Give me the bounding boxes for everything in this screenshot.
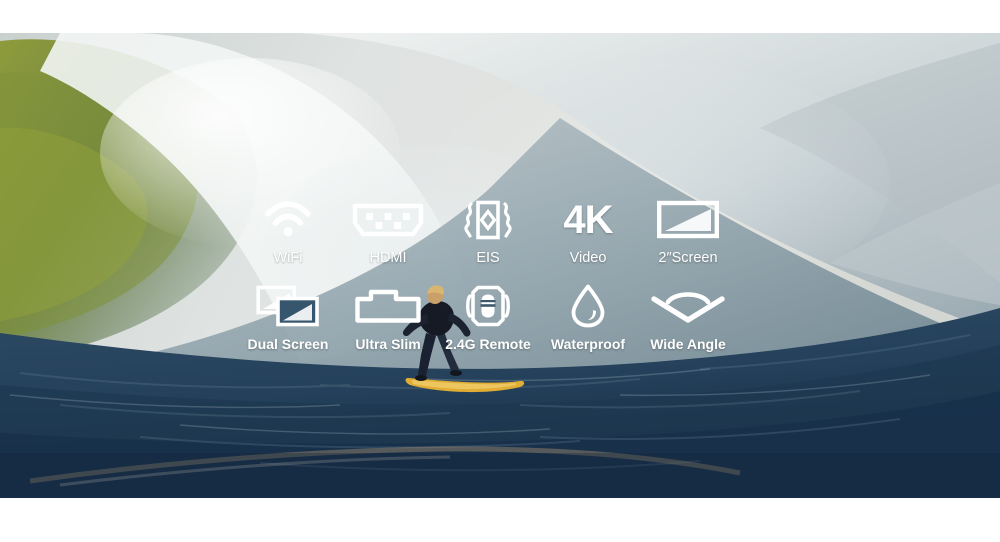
- feature-wifi[interactable]: WiFi: [238, 198, 338, 266]
- feature-remote[interactable]: 2.4G Remote: [438, 284, 538, 351]
- screen-icon: [657, 198, 719, 242]
- feature-label: WiFi: [273, 250, 303, 266]
- feature-eis[interactable]: EIS: [438, 198, 538, 266]
- eis-stabilizer-icon: [460, 198, 516, 242]
- feature-label: Ultra Slim: [355, 335, 421, 352]
- 4k-text-icon: 4K: [563, 198, 613, 242]
- feature-label: HDMI: [369, 250, 407, 266]
- water-droplet-icon: [570, 284, 606, 328]
- feature-label: Waterproof: [550, 335, 626, 352]
- 4k-glyph: 4K: [563, 198, 613, 242]
- feature-label: Video: [569, 250, 607, 266]
- hdmi-port-icon: [352, 198, 424, 242]
- feature-row-1: WiFi HDMI EIS 4K Video 2″Screen: [238, 198, 738, 266]
- feature-label: Wide Angle: [650, 335, 726, 352]
- wide-angle-icon: [651, 284, 725, 328]
- feature-label: EIS: [476, 250, 500, 266]
- feature-dual-screen[interactable]: Dual Screen: [238, 284, 338, 351]
- feature-waterproof[interactable]: Waterproof: [538, 284, 638, 351]
- dual-screen-icon: [256, 284, 320, 328]
- feature-4k-video[interactable]: 4K Video: [538, 198, 638, 266]
- product-feature-banner: WiFi HDMI EIS 4K Video 2″Screen Dual Scr…: [0, 0, 1000, 542]
- feature-screen[interactable]: 2″Screen: [638, 198, 738, 266]
- feature-label: 2″Screen: [658, 250, 718, 266]
- wifi-icon: [265, 198, 311, 242]
- feature-row-2: Dual Screen Ultra Slim 2.4G Remote Water…: [238, 284, 738, 351]
- feature-hdmi[interactable]: HDMI: [338, 198, 438, 266]
- feature-ultra-slim[interactable]: Ultra Slim: [338, 284, 438, 351]
- feature-icon-grid: WiFi HDMI EIS 4K Video 2″Screen Dual Scr…: [238, 198, 738, 351]
- feature-label: Dual Screen: [247, 335, 329, 352]
- camera-body-icon: [355, 284, 421, 328]
- feature-label: 2.4G Remote: [445, 335, 531, 352]
- feature-wide-angle[interactable]: Wide Angle: [638, 284, 738, 351]
- remote-control-icon: [464, 284, 512, 328]
